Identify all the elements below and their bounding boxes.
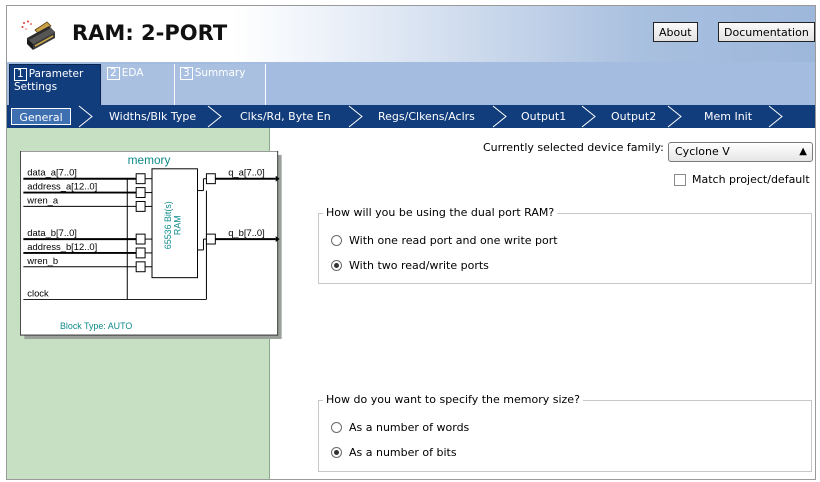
updown-arrow-icon: ▲ bbox=[799, 146, 807, 157]
match-project-option[interactable]: Match project/default bbox=[674, 173, 810, 186]
radio-number-of-words[interactable]: As a number of words bbox=[331, 421, 469, 434]
device-family-value: Cyclone V bbox=[675, 145, 730, 158]
port-clock: clock bbox=[27, 287, 49, 298]
ram-size-label: 65536 Bit(s) bbox=[163, 201, 173, 249]
tab-number: 1 bbox=[14, 68, 27, 81]
header-banner: RAM: 2-PORT About Documentation bbox=[7, 6, 815, 62]
port-q-b: q_b[7..0] bbox=[228, 227, 265, 238]
radio-label: As a number of bits bbox=[349, 446, 457, 459]
port-address-b: address_b[12..0] bbox=[27, 241, 97, 252]
subnav-widths-blk-type[interactable]: Widths/Blk Type bbox=[109, 105, 196, 128]
port-data-b: data_b[7..0] bbox=[27, 227, 77, 238]
memory-block-diagram: memory data_a[7..0] address_a[12..0] wre… bbox=[20, 151, 282, 340]
chevron-right-icon bbox=[207, 105, 222, 128]
radio-button[interactable] bbox=[331, 234, 342, 246]
tab-label: EDA bbox=[121, 67, 144, 79]
subnav-regs-clkens-aclrs[interactable]: Regs/Clkens/Aclrs bbox=[378, 105, 475, 128]
subnav-clks-rd-byte-en[interactable]: Clks/Rd, Byte En bbox=[240, 105, 331, 128]
tab-parameter-settings[interactable]: 1 Parameter Settings bbox=[9, 64, 101, 105]
chevron-right-icon bbox=[348, 105, 363, 128]
port-wren-a: wren_a bbox=[26, 194, 59, 205]
dual-port-usage-title: How will you be using the dual port RAM? bbox=[323, 206, 558, 219]
documentation-button-label: Documentation bbox=[724, 26, 809, 39]
page-title: RAM: 2-PORT bbox=[72, 21, 228, 45]
memory-size-group: How do you want to specify the memory si… bbox=[318, 393, 812, 472]
subnav-output1[interactable]: Output1 bbox=[521, 105, 566, 128]
memory-size-title: How do you want to specify the memory si… bbox=[323, 393, 583, 406]
block-title: memory bbox=[128, 153, 171, 167]
radio-label: With one read port and one write port bbox=[349, 234, 558, 247]
wizard-window: RAM: 2-PORT About Documentation 1 Paramet… bbox=[6, 5, 816, 480]
port-q-a: q_a[7..0] bbox=[228, 167, 265, 178]
radio-number-of-bits[interactable]: As a number of bits bbox=[331, 446, 457, 459]
radio-one-read-one-write[interactable]: With one read port and one write port bbox=[331, 234, 558, 247]
port-data-a: data_a[7..0] bbox=[27, 167, 77, 178]
radio-button[interactable] bbox=[331, 421, 342, 433]
ram-chip-icon bbox=[21, 20, 55, 50]
radio-label: With two read/write ports bbox=[349, 259, 489, 272]
device-family-label: Currently selected device family: bbox=[483, 141, 664, 154]
radio-button-selected[interactable] bbox=[331, 259, 342, 271]
sub-navigation: General Widths/Blk Type Clks/Rd, Byte En… bbox=[7, 105, 815, 128]
about-button-label: About bbox=[659, 26, 692, 39]
chevron-right-icon bbox=[581, 105, 596, 128]
radio-two-read-write[interactable]: With two read/write ports bbox=[331, 259, 489, 272]
dual-port-usage-group: How will you be using the dual port RAM?… bbox=[318, 206, 812, 284]
tab-number: 2 bbox=[107, 67, 120, 80]
about-button[interactable]: About bbox=[653, 22, 698, 42]
match-project-checkbox[interactable] bbox=[674, 174, 686, 186]
tab-summary[interactable]: 3 Summary bbox=[176, 64, 266, 105]
chevron-right-icon bbox=[667, 105, 682, 128]
match-project-label: Match project/default bbox=[692, 173, 810, 186]
tab-eda[interactable]: 2 EDA bbox=[103, 64, 175, 105]
tab-number: 3 bbox=[180, 67, 193, 80]
radio-label: As a number of words bbox=[349, 421, 470, 434]
device-family-select[interactable]: Cyclone V ▲ bbox=[668, 142, 813, 162]
radio-button-selected[interactable] bbox=[331, 446, 342, 458]
chevron-right-icon bbox=[768, 105, 783, 128]
subnav-general[interactable]: General bbox=[11, 108, 71, 125]
subnav-mem-init[interactable]: Mem Init bbox=[704, 105, 752, 128]
tab-bar: 1 Parameter Settings 2 EDA 3 Summary bbox=[7, 62, 815, 105]
subnav-output2[interactable]: Output2 bbox=[611, 105, 656, 128]
block-type-label: Block Type: AUTO bbox=[60, 321, 132, 331]
ram-type-label: RAM bbox=[173, 215, 183, 235]
port-address-a: address_a[12..0] bbox=[27, 181, 97, 192]
documentation-button[interactable]: Documentation bbox=[718, 22, 815, 42]
port-wren-b: wren_b bbox=[26, 255, 58, 266]
chevron-right-icon bbox=[492, 105, 507, 128]
chevron-right-icon bbox=[78, 105, 93, 128]
tab-label: Summary bbox=[194, 67, 246, 79]
